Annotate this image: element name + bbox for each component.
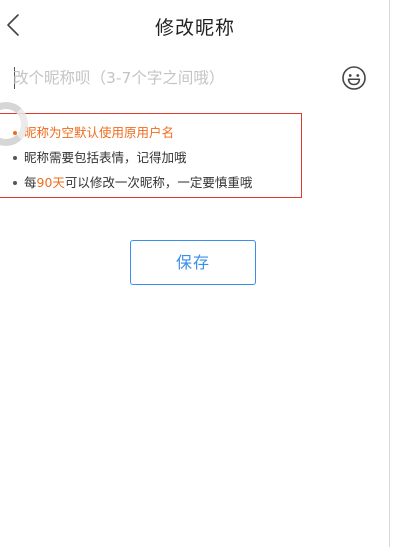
rule-item: 每90天可以修改一次昵称，一定要慎重哦	[13, 172, 252, 191]
rule-item: 昵称需要包括表情，记得加哦	[13, 147, 187, 166]
rule-highlight: 90天	[36, 175, 65, 190]
emoji-button[interactable]	[341, 65, 367, 91]
bullet	[13, 180, 17, 185]
rule-item: 昵称为空默认使用原用户名	[13, 122, 174, 141]
navigation-bar: 修改昵称	[0, 0, 390, 52]
rule-text: 昵称为空默认使用原用户名	[24, 125, 175, 140]
screen: 修改昵称 昵称为空默认使用原用户名 昵称需要包括表情，记得加哦 每90天可以修改…	[0, 0, 390, 547]
nickname-input[interactable]	[13, 62, 313, 94]
page-title: 修改昵称	[154, 17, 235, 39]
nickname-input-row	[0, 58, 390, 98]
smiley-icon	[342, 66, 366, 90]
rule-text-suffix: 可以修改一次昵称，一定要慎重哦	[64, 175, 253, 190]
nickname-rules-panel: 昵称为空默认使用原用户名 昵称需要包括表情，记得加哦 每90天可以修改一次昵称，…	[0, 113, 302, 198]
bullet	[13, 155, 17, 160]
rule-text-prefix: 每	[24, 175, 37, 190]
rule-text: 昵称需要包括表情，记得加哦	[24, 150, 187, 165]
save-button[interactable]: 保存	[130, 240, 256, 285]
